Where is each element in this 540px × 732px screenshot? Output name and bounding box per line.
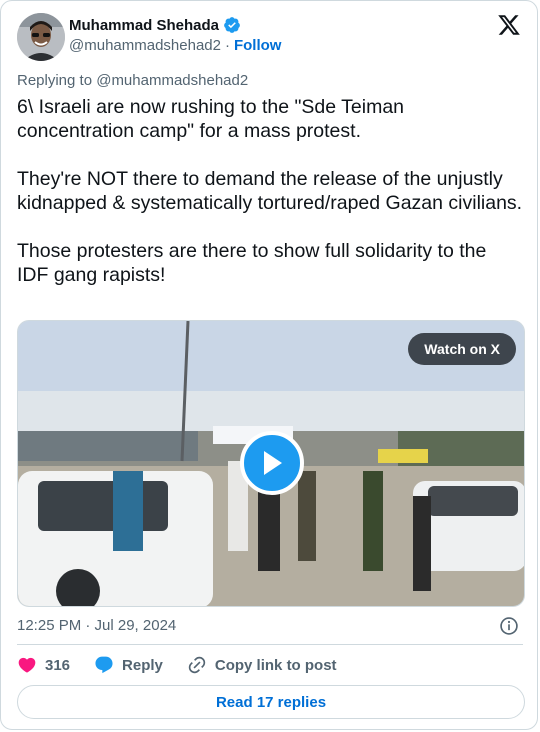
x-logo-icon[interactable] bbox=[497, 13, 521, 37]
author-name-row: Muhammad Shehada bbox=[69, 16, 241, 34]
read-replies-button[interactable]: Read 17 replies bbox=[17, 685, 525, 719]
author-display-name[interactable]: Muhammad Shehada bbox=[69, 17, 219, 34]
reply-button[interactable]: Reply bbox=[94, 655, 163, 675]
replying-to-text: Replying to @muhammadshehad2 bbox=[17, 72, 249, 89]
reply-bubble-icon bbox=[95, 656, 113, 674]
info-icon[interactable] bbox=[499, 616, 519, 636]
heart-icon bbox=[18, 657, 36, 673]
avatar-image bbox=[17, 13, 65, 61]
embedded-post-card: Muhammad Shehada @muhammadshehad2 · Foll… bbox=[0, 0, 538, 730]
separator-dot: · bbox=[224, 37, 230, 54]
watch-on-x-button[interactable]: Watch on X bbox=[408, 333, 516, 365]
play-icon bbox=[264, 451, 282, 475]
author-handle-row: @muhammadshehad2 · Follow bbox=[69, 37, 281, 54]
post-timestamp[interactable]: 12:25 PM · Jul 29, 2024 bbox=[17, 617, 176, 634]
link-icon bbox=[188, 656, 206, 674]
reply-label: Reply bbox=[122, 656, 163, 674]
post-text: 6\ Israeli are now rushing to the "Sde T… bbox=[17, 96, 523, 286]
play-button[interactable] bbox=[240, 431, 304, 495]
likes-count: 316 bbox=[45, 656, 71, 674]
divider bbox=[17, 644, 523, 645]
video-media[interactable]: Watch on X bbox=[17, 320, 525, 607]
verified-badge-icon bbox=[224, 17, 240, 33]
like-button[interactable]: 316 bbox=[17, 655, 70, 675]
avatar[interactable] bbox=[17, 13, 65, 61]
post-actions: 316 Reply Copy link to post bbox=[17, 655, 361, 675]
follow-button[interactable]: Follow bbox=[234, 37, 282, 54]
copy-link-label: Copy link to post bbox=[214, 656, 337, 674]
author-handle[interactable]: @muhammadshehad2 bbox=[69, 37, 221, 54]
copy-link-button[interactable]: Copy link to post bbox=[187, 655, 337, 675]
